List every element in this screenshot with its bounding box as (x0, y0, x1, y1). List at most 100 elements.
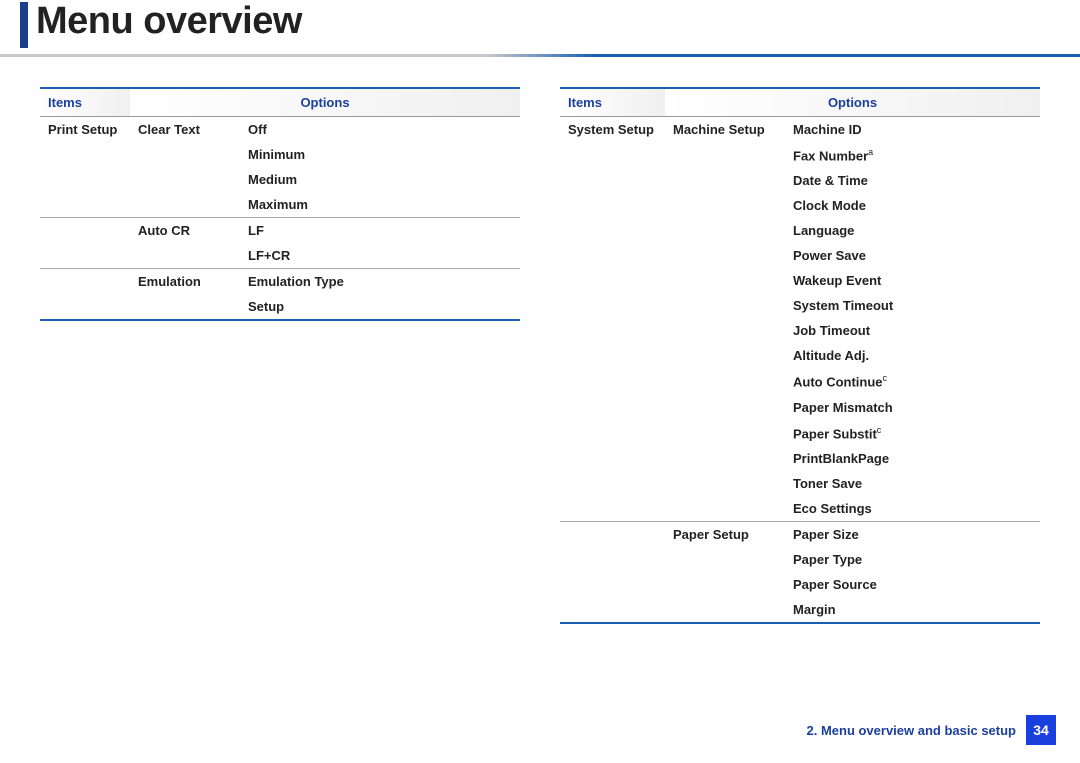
item-cell (560, 446, 665, 471)
content-area: Items Options Print SetupClear TextOffMi… (0, 87, 1080, 624)
subitem-cell (665, 597, 785, 622)
item-cell (560, 521, 665, 547)
item-cell (560, 318, 665, 343)
option-cell: Job Timeout (785, 318, 1040, 343)
item-cell: System Setup (560, 117, 665, 143)
subitem-cell (665, 446, 785, 471)
subitem-cell: Paper Setup (665, 521, 785, 547)
item-cell (40, 192, 130, 218)
item-cell (560, 293, 665, 318)
item-cell (40, 167, 130, 192)
subitem-cell (130, 192, 240, 218)
subitem-cell (665, 572, 785, 597)
item-cell (560, 471, 665, 496)
subitem-cell (665, 193, 785, 218)
footer-chapter: 2. Menu overview and basic setup (806, 723, 1016, 738)
option-cell: Emulation Type (240, 269, 520, 295)
option-cell: Date & Time (785, 168, 1040, 193)
th-options: Options (130, 88, 520, 117)
title-bar: Menu overview (0, 0, 1080, 48)
item-cell (560, 142, 665, 168)
right-table: Items Options System SetupMachine SetupM… (560, 87, 1040, 622)
page-title: Menu overview (36, 0, 302, 43)
option-cell: Minimum (240, 142, 520, 167)
option-cell: Off (240, 117, 520, 143)
option-cell: Language (785, 218, 1040, 243)
right-column: Items Options System SetupMachine SetupM… (560, 87, 1040, 624)
option-cell: Auto Continuec (785, 368, 1040, 394)
subitem-cell (665, 547, 785, 572)
option-cell: System Timeout (785, 293, 1040, 318)
th-items: Items (40, 88, 130, 117)
subitem-cell (130, 167, 240, 192)
subitem-cell: Emulation (130, 269, 240, 295)
item-cell: Print Setup (40, 117, 130, 143)
option-cell: Power Save (785, 243, 1040, 268)
subitem-cell (130, 243, 240, 269)
subitem-cell (665, 420, 785, 446)
option-cell: Wakeup Event (785, 268, 1040, 293)
item-cell (40, 294, 130, 319)
option-cell: Paper Type (785, 547, 1040, 572)
subitem-cell (665, 395, 785, 420)
item-cell (40, 218, 130, 244)
option-cell: Machine ID (785, 117, 1040, 143)
item-cell (560, 193, 665, 218)
page-number-badge: 34 (1026, 715, 1056, 745)
option-cell: Setup (240, 294, 520, 319)
footer: 2. Menu overview and basic setup 34 (806, 715, 1056, 745)
option-cell: Fax Numbera (785, 142, 1040, 168)
title-underline (0, 54, 1080, 57)
th-options: Options (665, 88, 1040, 117)
item-cell (560, 343, 665, 368)
superscript: a (868, 147, 873, 157)
item-cell (560, 218, 665, 243)
item-cell (40, 269, 130, 295)
item-cell (560, 597, 665, 622)
option-cell: Paper Substitc (785, 420, 1040, 446)
subitem-cell (665, 218, 785, 243)
option-cell: PrintBlankPage (785, 446, 1040, 471)
option-cell: Clock Mode (785, 193, 1040, 218)
subitem-cell (665, 343, 785, 368)
subitem-cell (665, 168, 785, 193)
subitem-cell (665, 496, 785, 522)
subitem-cell: Auto CR (130, 218, 240, 244)
subitem-cell (665, 318, 785, 343)
item-cell (560, 420, 665, 446)
left-column: Items Options Print SetupClear TextOffMi… (40, 87, 520, 624)
item-cell (560, 168, 665, 193)
option-cell: LF+CR (240, 243, 520, 269)
option-cell: Altitude Adj. (785, 343, 1040, 368)
option-cell: Paper Size (785, 521, 1040, 547)
subitem-cell (665, 471, 785, 496)
item-cell (40, 243, 130, 269)
item-cell (560, 268, 665, 293)
item-cell (560, 547, 665, 572)
title-accent (20, 2, 28, 48)
option-cell: Medium (240, 167, 520, 192)
option-cell: Eco Settings (785, 496, 1040, 522)
option-cell: LF (240, 218, 520, 244)
subitem-cell: Clear Text (130, 117, 240, 143)
item-cell (560, 368, 665, 394)
item-cell (560, 496, 665, 522)
option-cell: Maximum (240, 192, 520, 218)
subitem-cell: Machine Setup (665, 117, 785, 143)
option-cell: Paper Mismatch (785, 395, 1040, 420)
subitem-cell (665, 293, 785, 318)
subitem-cell (665, 142, 785, 168)
superscript: c (877, 425, 882, 435)
subitem-cell (665, 243, 785, 268)
th-items: Items (560, 88, 665, 117)
item-cell (560, 572, 665, 597)
subitem-cell (130, 142, 240, 167)
item-cell (560, 243, 665, 268)
option-cell: Margin (785, 597, 1040, 622)
subitem-cell (665, 268, 785, 293)
option-cell: Toner Save (785, 471, 1040, 496)
item-cell (40, 142, 130, 167)
superscript: c (883, 373, 888, 383)
item-cell (560, 395, 665, 420)
left-table: Items Options Print SetupClear TextOffMi… (40, 87, 520, 319)
